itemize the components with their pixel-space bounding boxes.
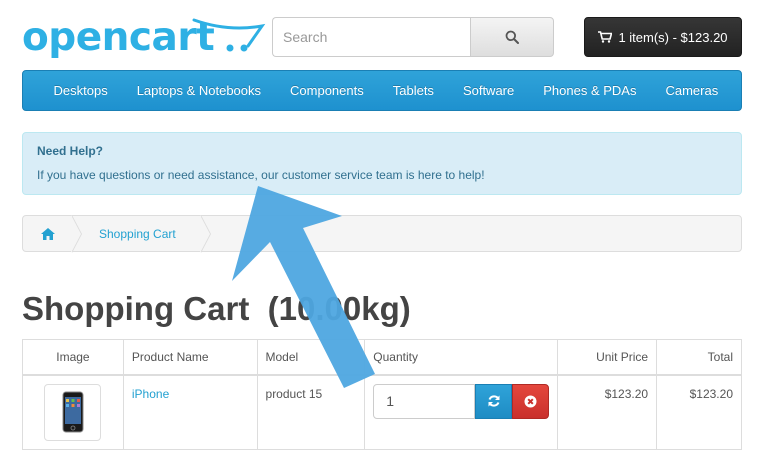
product-link[interactable]: iPhone <box>132 387 169 401</box>
quantity-cell <box>364 374 559 450</box>
model-value: product 15 <box>265 386 323 401</box>
table-header-row: Image Product Name Model Quantity Unit P… <box>22 339 742 376</box>
search-icon <box>505 30 519 44</box>
search-bar <box>272 17 554 57</box>
header-unit-price: Unit Price <box>557 339 658 376</box>
iphone-image-icon <box>62 391 84 433</box>
search-input[interactable] <box>272 17 470 57</box>
logo-cart-icon <box>192 18 266 52</box>
total-cell: $123.20 <box>656 374 742 450</box>
product-thumbnail[interactable] <box>44 383 102 441</box>
remove-button[interactable] <box>512 383 550 419</box>
logo-text: opencart <box>22 15 215 60</box>
unit-price-value: $123.20 <box>604 386 649 401</box>
page-title: Shopping Cart (10.00kg) <box>22 290 411 327</box>
product-name-cell: iPhone <box>122 374 258 450</box>
shopping-cart-icon <box>598 31 613 43</box>
menu-item-desktops[interactable]: Desktops <box>39 70 122 111</box>
header-product-name: Product Name <box>122 339 258 376</box>
quantity-input[interactable] <box>373 383 476 419</box>
help-alert: Need Help? If you have questions or need… <box>22 132 742 195</box>
header-total: Total <box>656 339 742 376</box>
header-model: Model <box>256 339 366 376</box>
header-quantity: Quantity <box>364 339 559 376</box>
breadcrumb: Shopping Cart <box>22 215 742 253</box>
total-value: $123.20 <box>689 386 733 401</box>
unit-price-cell: $123.20 <box>557 374 658 450</box>
breadcrumb-shopping-cart[interactable]: Shopping Cart <box>73 215 211 253</box>
menu-item-phones[interactable]: Phones & PDAs <box>529 70 651 111</box>
header-image: Image <box>22 339 124 376</box>
menu-item-tablets[interactable]: Tablets <box>378 70 448 111</box>
table-row: iPhone product 15 1 $123.20 $123.20 <box>22 374 742 450</box>
menu-item-software[interactable]: Software <box>448 70 528 111</box>
opencart-logo[interactable]: opencart <box>22 14 266 64</box>
main-menu: Desktops Laptops & Notebooks Components … <box>22 70 742 111</box>
cart-button[interactable]: 1 item(s) - $123.20 <box>584 17 742 57</box>
remove-icon <box>524 395 537 407</box>
help-title: Need Help? <box>37 144 104 158</box>
search-button[interactable] <box>470 17 554 57</box>
refresh-icon <box>488 395 500 407</box>
image-cell <box>22 374 124 450</box>
menu-item-cameras[interactable]: Cameras <box>651 70 733 111</box>
menu-item-laptops[interactable]: Laptops & Notebooks <box>122 70 275 111</box>
home-icon <box>41 227 55 240</box>
cart-label: 1 item(s) - $123.20 <box>618 29 728 45</box>
help-text: If you have questions or need assistance… <box>37 168 485 182</box>
quantity-group <box>373 383 550 419</box>
breadcrumb-home[interactable] <box>23 215 82 253</box>
model-cell: product 15 <box>256 374 366 450</box>
cart-table: Image Product Name Model Quantity Unit P… <box>22 339 742 450</box>
menu-item-components[interactable]: Components <box>276 70 379 111</box>
update-button[interactable] <box>475 383 513 419</box>
